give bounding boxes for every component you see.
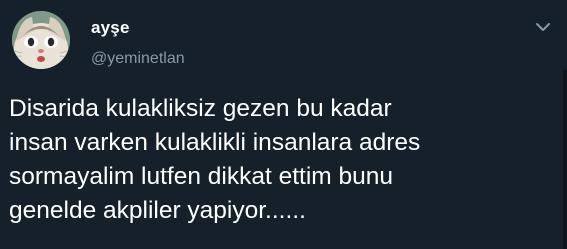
tweet-text: Disarida kulakliksiz gezen bu kadar insa…: [9, 92, 549, 228]
scrollbar-track[interactable]: [563, 70, 567, 249]
tweet-text-line: sormayalim lutfen dikkat ettim bunu: [9, 163, 393, 190]
tweet-text-line: Disarida kulakliksiz gezen bu kadar: [9, 95, 392, 122]
cat-face-avatar-icon: [12, 11, 70, 69]
user-handle[interactable]: @yeminetlan: [91, 49, 185, 69]
chevron-down-icon[interactable]: [534, 20, 552, 34]
display-name[interactable]: ayşe: [91, 18, 130, 38]
tweet-text-line: insan varken kulaklikli insanlara adres: [9, 129, 421, 156]
tweet-card: ayşe @yeminetlan Disarida kulakliksiz ge…: [0, 0, 567, 249]
tweet-text-line: genelde akpliler yapiyor......: [9, 197, 306, 224]
avatar[interactable]: [12, 11, 70, 69]
